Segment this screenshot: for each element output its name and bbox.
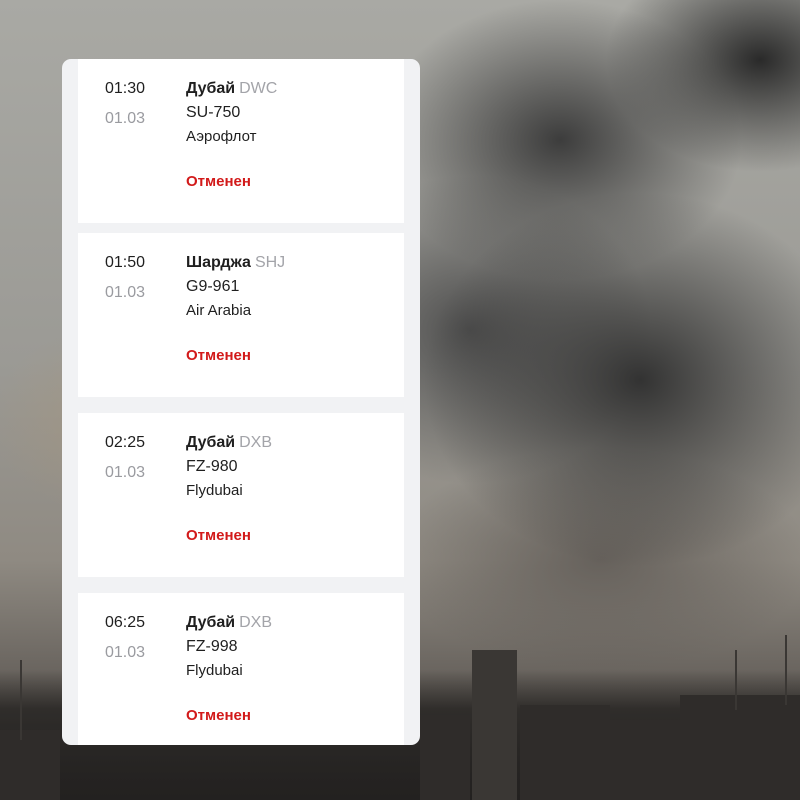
flight-card[interactable]: 06:25 01.03 Дубай DXB FZ-998 Flydubai Отм… [78,593,404,745]
departure-date: 01.03 [105,110,146,127]
departure-date: 01.03 [105,644,146,661]
destination-city: Дубай [186,434,236,451]
departure-time: 01:30 [105,80,146,97]
departure-time: 01:50 [105,254,146,271]
flight-status-panel: 01:30 01.03 Дубай DWC SU-750 Аэрофлот Отм… [62,59,420,745]
flight-card[interactable]: 01:30 01.03 Дубай DWC SU-750 Аэрофлот Отм… [78,59,404,223]
flight-number: FZ-980 [186,458,238,475]
destination: Шарджа SHJ [186,254,285,272]
departure-time: 02:25 [105,434,146,451]
departure-time: 06:25 [105,614,146,631]
status-badge: Отменен [186,347,251,364]
airport-code: DXB [239,614,273,631]
airport-code: DWC [239,80,278,97]
airline-name: Flydubai [186,482,243,499]
departure-date: 01.03 [105,464,146,481]
flight-card[interactable]: 01:50 01.03 Шарджа SHJ G9-961 Air Arabia … [78,233,404,397]
airline-name: Аэрофлот [186,128,257,145]
flight-number: SU-750 [186,104,241,121]
destination-city: Дубай [186,80,236,97]
airport-code: DXB [239,434,273,451]
airport-code: SHJ [254,254,286,271]
destination-city: Дубай [186,614,236,631]
airline-name: Flydubai [186,662,243,679]
status-badge: Отменен [186,527,251,544]
departure-date: 01.03 [105,284,146,301]
status-badge: Отменен [186,707,251,724]
airline-name: Air Arabia [186,302,252,319]
destination: Дубай DXB [186,434,272,452]
destination: Дубай DWC [186,80,277,98]
status-badge: Отменен [186,173,251,190]
destination: Дубай DXB [186,614,272,632]
flight-number: FZ-998 [186,638,238,655]
flight-card[interactable]: 02:25 01.03 Дубай DXB FZ-980 Flydubai Отм… [78,413,404,577]
flight-number: G9-961 [186,278,240,295]
destination-city: Шарджа [186,254,251,271]
